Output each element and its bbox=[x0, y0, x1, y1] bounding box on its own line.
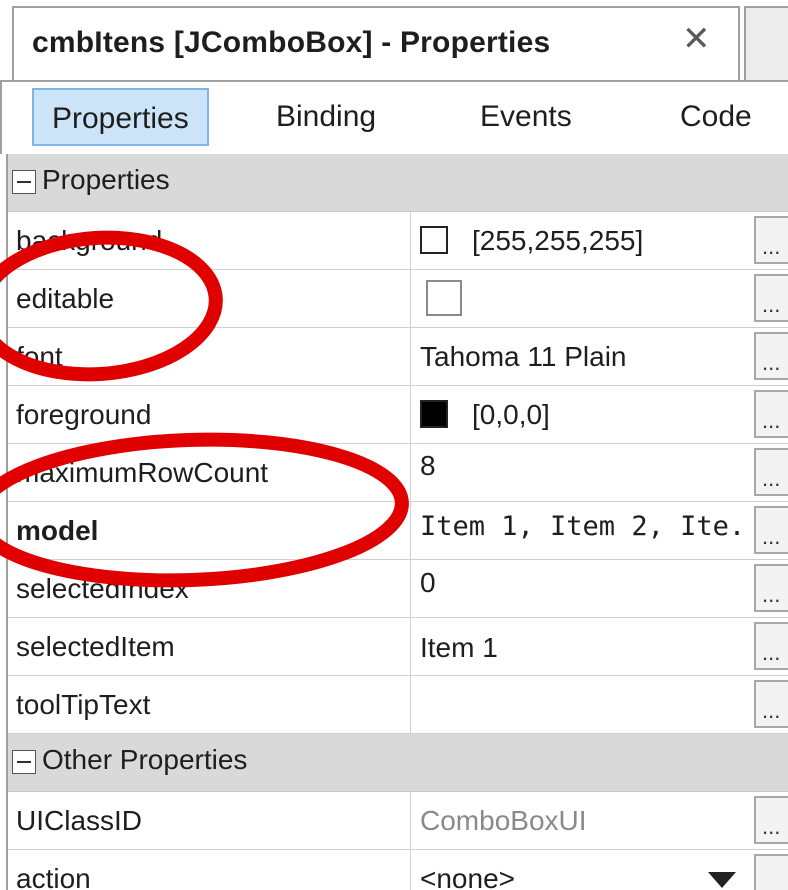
column-divider bbox=[410, 386, 411, 443]
property-row-background[interactable]: background [255,255,255] ... bbox=[8, 212, 788, 270]
property-value[interactable]: [255,255,255] bbox=[420, 212, 750, 269]
property-row-action[interactable]: action <none> bbox=[8, 850, 788, 890]
column-divider bbox=[410, 502, 411, 559]
color-swatch bbox=[420, 226, 448, 254]
section-properties[interactable]: Properties bbox=[8, 154, 788, 212]
column-divider bbox=[410, 560, 411, 617]
property-value[interactable]: 0 bbox=[420, 560, 750, 617]
property-value[interactable]: [0,0,0] bbox=[420, 386, 750, 443]
property-name: maximumRowCount bbox=[16, 457, 269, 488]
property-name: background bbox=[16, 225, 163, 256]
column-divider bbox=[410, 328, 411, 385]
property-name: font bbox=[16, 341, 63, 372]
column-divider bbox=[410, 270, 411, 327]
property-row-font[interactable]: font Tahoma 11 Plain ... bbox=[8, 328, 788, 386]
property-value[interactable]: Item 1, Item 2, Ite... bbox=[420, 502, 750, 559]
property-row-UIClassID[interactable]: UIClassID ComboBoxUI ... bbox=[8, 792, 788, 850]
tab-code[interactable]: Code bbox=[680, 88, 752, 146]
property-value[interactable]: 8 bbox=[420, 444, 750, 501]
property-value[interactable] bbox=[420, 676, 750, 733]
properties-window: cmbItens [JComboBox] - Properties ✕ Prop… bbox=[0, 0, 788, 890]
column-divider bbox=[410, 792, 411, 849]
tab-strip-filler bbox=[744, 6, 788, 80]
section-label: Properties bbox=[42, 164, 170, 195]
property-name: foreground bbox=[16, 399, 152, 430]
foreground-value: [0,0,0] bbox=[472, 399, 550, 430]
column-divider bbox=[410, 850, 411, 890]
ellipsis-button[interactable]: ... bbox=[754, 796, 788, 844]
property-row-model[interactable]: model Item 1, Item 2, Ite... ... bbox=[8, 502, 788, 560]
column-divider bbox=[410, 676, 411, 733]
close-icon[interactable]: ✕ bbox=[682, 22, 711, 56]
property-name: selectedItem bbox=[16, 631, 175, 662]
property-value[interactable]: Item 1 bbox=[420, 618, 750, 675]
ellipsis-button[interactable]: ... bbox=[754, 332, 788, 380]
property-row-selectedIndex[interactable]: selectedIndex 0 ... bbox=[8, 560, 788, 618]
property-row-selectedItem[interactable]: selectedItem Item 1 ... bbox=[8, 618, 788, 676]
property-grid: Properties background [255,255,255] ... … bbox=[8, 154, 788, 890]
property-row-maximumRowCount[interactable]: maximumRowCount 8 ... bbox=[8, 444, 788, 502]
property-name: UIClassID bbox=[16, 805, 143, 836]
property-row-foreground[interactable]: foreground [0,0,0] ... bbox=[8, 386, 788, 444]
tab-properties[interactable]: Properties bbox=[32, 88, 209, 146]
ellipsis-button[interactable]: ... bbox=[754, 506, 788, 554]
editable-checkbox[interactable] bbox=[426, 280, 462, 316]
property-sheet-toolbar: Properties Binding Events Code bbox=[0, 80, 788, 154]
property-name: model bbox=[16, 515, 99, 546]
property-row-toolTipText[interactable]: toolTipText ... bbox=[8, 676, 788, 734]
ellipsis-button[interactable]: ... bbox=[754, 564, 788, 612]
ellipsis-button[interactable]: ... bbox=[754, 216, 788, 264]
title-bar: cmbItens [JComboBox] - Properties ✕ bbox=[0, 0, 788, 80]
property-value: ComboBoxUI bbox=[420, 805, 587, 836]
property-name: toolTipText bbox=[16, 689, 151, 720]
column-divider bbox=[410, 444, 411, 501]
dropdown-arrow-icon[interactable] bbox=[708, 872, 736, 888]
property-name: editable bbox=[16, 283, 115, 314]
collapse-icon[interactable] bbox=[12, 750, 36, 774]
action-combo-value[interactable]: <none> bbox=[420, 850, 750, 890]
property-value[interactable]: Tahoma 11 Plain bbox=[420, 328, 750, 385]
tab-events[interactable]: Events bbox=[480, 88, 572, 146]
ellipsis-button[interactable]: ... bbox=[754, 448, 788, 496]
tab-binding[interactable]: Binding bbox=[276, 88, 376, 146]
collapse-icon[interactable] bbox=[12, 170, 36, 194]
background-value: [255,255,255] bbox=[472, 225, 644, 256]
property-name: selectedIndex bbox=[16, 573, 189, 604]
property-row-editable[interactable]: editable ... bbox=[8, 270, 788, 328]
ellipsis-button[interactable]: ... bbox=[754, 622, 788, 670]
column-divider bbox=[410, 618, 411, 675]
section-other-properties[interactable]: Other Properties bbox=[8, 734, 788, 792]
window-title: cmbItens [JComboBox] - Properties bbox=[32, 26, 551, 59]
ellipsis-button[interactable]: ... bbox=[754, 274, 788, 322]
ellipsis-button[interactable]: ... bbox=[754, 390, 788, 438]
property-name: action bbox=[16, 863, 91, 890]
grid-left-border bbox=[0, 154, 8, 890]
ellipsis-button[interactable] bbox=[754, 854, 788, 890]
color-swatch bbox=[420, 400, 448, 428]
column-divider bbox=[410, 212, 411, 269]
properties-tab[interactable]: cmbItens [JComboBox] - Properties ✕ bbox=[12, 6, 740, 80]
ellipsis-button[interactable]: ... bbox=[754, 680, 788, 728]
section-label: Other Properties bbox=[42, 744, 248, 775]
